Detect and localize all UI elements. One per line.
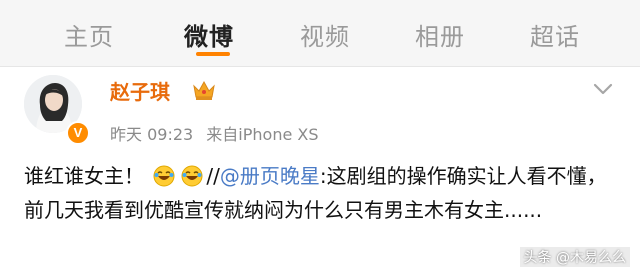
post-text-part1: 谁红谁女主！	[24, 164, 144, 188]
post-body: 谁红谁女主！ //@册页晚星:这剧组的操作确实让人看不懂，前几天我看到优酷宣传就…	[24, 159, 624, 227]
crown-icon	[193, 80, 215, 100]
tab-album[interactable]: 相册	[415, 17, 465, 52]
tab-super-topic[interactable]: 超话	[530, 17, 580, 52]
active-tab-indicator	[196, 52, 230, 56]
post-meta: 昨天 09:23 来自iPhone XS	[110, 121, 319, 145]
post-timestamp: 昨天 09:23	[110, 125, 194, 144]
author-name[interactable]: 赵子琪	[110, 76, 170, 105]
tab-weibo[interactable]: 微博	[184, 17, 234, 52]
laugh-cry-icon	[181, 165, 203, 187]
tab-home[interactable]: 主页	[64, 17, 114, 52]
profile-tab-bar: 主页 微博 视频 相册 超话	[0, 0, 640, 67]
chevron-down-icon[interactable]	[592, 81, 614, 97]
mention-link[interactable]: @册页晚星	[220, 164, 320, 188]
post-source: 来自iPhone XS	[206, 125, 319, 144]
tab-video[interactable]: 视频	[300, 17, 350, 52]
weibo-post: V 赵子琪 昨天 09:23 来自iPhone XS 谁红谁女主！ //@册页晚…	[0, 67, 640, 275]
watermark: 头条 @木易么么	[519, 247, 630, 267]
post-text-separator: //	[206, 164, 220, 188]
verified-badge: V	[66, 121, 90, 145]
laugh-cry-icon	[153, 165, 175, 187]
